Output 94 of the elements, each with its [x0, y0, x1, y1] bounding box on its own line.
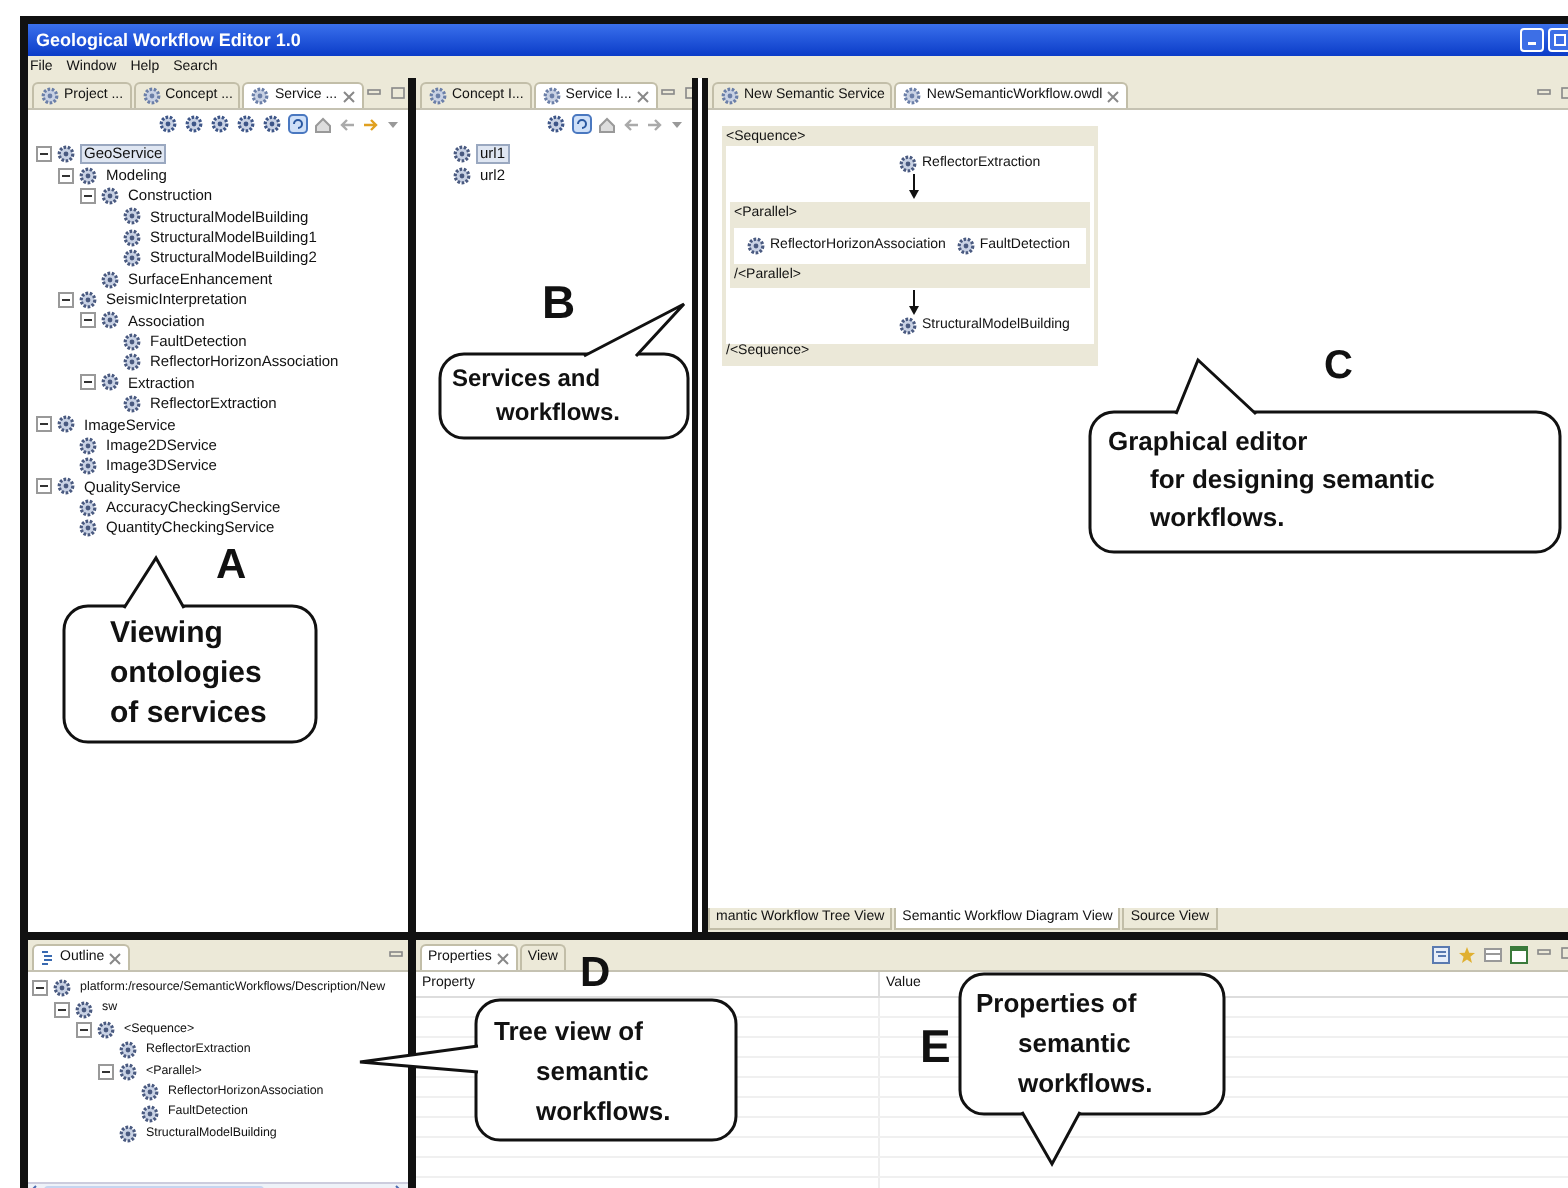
service-node-icon: [898, 316, 918, 337]
star-icon[interactable]: [1458, 946, 1476, 964]
gear-icon: [100, 185, 120, 206]
flow-arrow: [909, 290, 919, 316]
collapse-toggle-icon[interactable]: [80, 374, 96, 391]
gear-icon: [78, 518, 98, 539]
window-icon[interactable]: [1510, 946, 1528, 964]
gear-icon: [78, 456, 98, 477]
collapse-toggle-icon[interactable]: [32, 980, 48, 997]
minimize-icon[interactable]: [1536, 86, 1552, 100]
callout-letter: B: [542, 280, 576, 326]
forward-arrow-icon[interactable]: [362, 115, 380, 133]
gear-icon: [78, 497, 98, 518]
close-icon[interactable]: [495, 951, 510, 965]
gear-icon: [140, 1103, 160, 1124]
tree-icon[interactable]: [1432, 946, 1450, 964]
home-icon[interactable]: [314, 115, 332, 133]
gear-icon: [52, 978, 72, 999]
callout-letter: E: [920, 1024, 951, 1070]
minimize-icon[interactable]: [1536, 946, 1552, 960]
gear-icon: [78, 435, 98, 456]
close-icon[interactable]: [341, 89, 356, 103]
close-icon[interactable]: [635, 89, 650, 103]
collapse-toggle-icon[interactable]: [80, 312, 96, 329]
callout-text: Viewing ontologies of services: [110, 614, 267, 734]
outline-icon: [40, 950, 56, 966]
close-icon[interactable]: [1106, 89, 1121, 103]
minimize-button[interactable]: [1520, 28, 1544, 52]
gear-icon: [720, 86, 740, 106]
gear-icon: [122, 331, 142, 352]
service-node-icon: [746, 235, 766, 256]
callout-text: Services and workflows.: [452, 362, 621, 430]
close-icon[interactable]: [108, 951, 123, 965]
collapse-toggle-icon[interactable]: [80, 187, 96, 204]
gear-icon: [122, 352, 142, 373]
gear-icon: [78, 165, 98, 186]
gear-icon: [452, 144, 472, 165]
service-node-icon: [955, 235, 976, 256]
gear-icon: [74, 999, 94, 1020]
collapse-toggle-icon[interactable]: [58, 167, 74, 184]
gear-icon: [40, 86, 60, 106]
minimize-icon[interactable]: [388, 948, 404, 963]
gear-icon: [122, 227, 142, 248]
gear-icon: [118, 1061, 138, 1082]
gear-icon: [141, 86, 162, 106]
collapse-toggle-icon[interactable]: [36, 478, 52, 495]
service-node-icon: [898, 154, 918, 175]
collapse-toggle-icon[interactable]: [54, 1001, 70, 1018]
window-title: Geological Workflow Editor 1.0: [36, 29, 301, 51]
gear-icon: [100, 269, 120, 290]
maximize-icon: [1554, 34, 1566, 46]
gear-icon: [100, 372, 120, 393]
gear-icon: [452, 165, 472, 186]
maximize-button[interactable]: [1548, 28, 1568, 52]
flow-arrow: [909, 174, 919, 200]
collapse-toggle-icon[interactable]: [36, 416, 52, 433]
refresh-icon[interactable]: [572, 114, 592, 134]
minimize-icon[interactable]: [659, 86, 676, 100]
collapse-toggle-icon[interactable]: [58, 291, 74, 308]
gear-icon: [250, 86, 271, 106]
gear-icon: [56, 144, 76, 165]
callout-letter: A: [216, 544, 247, 586]
view-menu-icon[interactable]: [670, 117, 684, 131]
collapse-toggle-icon[interactable]: [98, 1063, 114, 1080]
gear-icon: [56, 414, 76, 435]
callout-text: Graphical editor for designing semantic workflows.: [1108, 424, 1435, 536]
gear-icon: [541, 86, 562, 106]
gear-icon: [428, 86, 448, 106]
forward-arrow-icon[interactable]: [646, 115, 664, 133]
gear-icon: [140, 1082, 160, 1103]
back-arrow-icon[interactable]: [338, 115, 356, 133]
gear-icon: [100, 310, 120, 331]
gear-icon: [118, 1123, 138, 1144]
maximize-icon[interactable]: [389, 86, 406, 100]
collapse-toggle-icon[interactable]: [76, 1021, 92, 1038]
refresh-icon[interactable]: [288, 114, 308, 134]
home-icon[interactable]: [598, 115, 616, 133]
callout-text: Tree view of semantic workflows.: [494, 1014, 671, 1130]
gear-icon: [122, 206, 142, 227]
minimize-icon[interactable]: [365, 86, 382, 100]
view-menu-icon[interactable]: [386, 117, 400, 131]
gear-icon: [122, 393, 142, 414]
gear-icon[interactable]: [546, 114, 566, 134]
callout-text: Properties of semantic workflows.: [976, 986, 1153, 1102]
back-arrow-icon[interactable]: [622, 115, 640, 133]
gear-icon: [118, 1040, 138, 1061]
table-icon[interactable]: [1484, 946, 1502, 964]
gear-icon: [56, 476, 76, 497]
gear-icon: [122, 248, 142, 269]
collapse-toggle-icon[interactable]: [36, 146, 52, 163]
gear-icon: [78, 289, 98, 310]
gear-icon: [96, 1019, 116, 1040]
gear-icon: [902, 86, 923, 106]
callout-letter: C: [1324, 346, 1353, 386]
